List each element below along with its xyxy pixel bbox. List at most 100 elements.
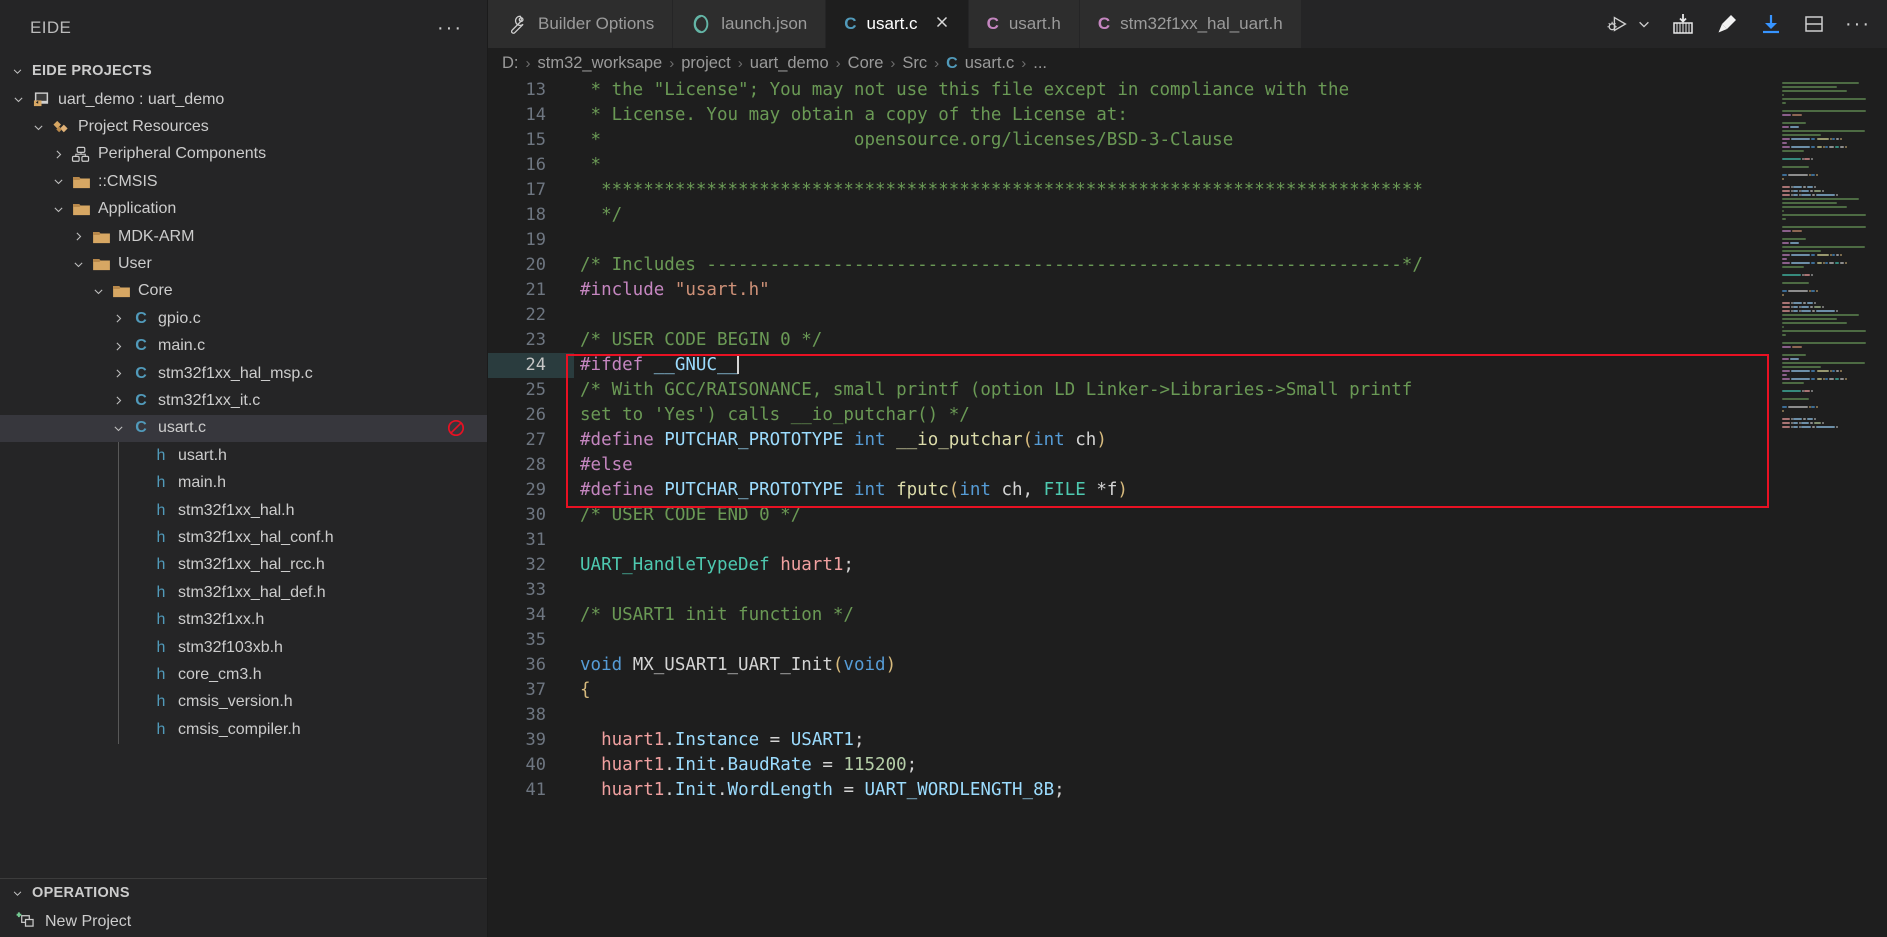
tree-item-uart-demo-uart-demo[interactable]: uart_demo : uart_demo <box>0 86 487 113</box>
chevron-down-icon[interactable] <box>88 285 108 298</box>
tree-item-gpio-c[interactable]: Cgpio.c <box>0 305 487 332</box>
code-line[interactable]: 37 { <box>488 678 1777 703</box>
code-line[interactable]: 16 * <box>488 153 1777 178</box>
chevron-down-icon[interactable] <box>28 121 48 134</box>
project-tree[interactable]: uart_demo : uart_demo Project Resources Pe… <box>0 86 487 878</box>
code-line[interactable]: 34 /* USART1 init function */ <box>488 603 1777 628</box>
chevron-right-icon[interactable] <box>108 312 128 325</box>
code-line[interactable]: 22 <box>488 303 1777 328</box>
breadcrumb-item[interactable]: stm32_worksape <box>538 54 663 73</box>
code-line[interactable]: 33 <box>488 578 1777 603</box>
code-line[interactable]: 27 #define PUTCHAR_PROTOTYPE int __io_put… <box>488 428 1777 453</box>
code-line[interactable]: 24 #ifdef __GNUC__ <box>488 353 1777 378</box>
eide-projects-section-header[interactable]: EIDE PROJECTS <box>0 56 487 86</box>
code-line[interactable]: 39 huart1.Instance = USART1; <box>488 728 1777 753</box>
tab-builder-options[interactable]: Builder Options <box>488 0 674 48</box>
operations-section-header[interactable]: OPERATIONS <box>0 879 487 907</box>
editor-scrollbar[interactable] <box>1873 78 1887 937</box>
code-editor[interactable]: 13 * the "License"; You may not use this… <box>488 78 1777 937</box>
code-line[interactable]: 21 #include "usart.h" <box>488 278 1777 303</box>
code-line[interactable]: 19 <box>488 228 1777 253</box>
code-token: . <box>717 780 728 800</box>
tree-item-user[interactable]: User <box>0 250 487 277</box>
tree-item-stm32f1xx-hal-msp-c[interactable]: Cstm32f1xx_hal_msp.c <box>0 360 487 387</box>
breadcrumb-item[interactable]: D: <box>502 54 519 73</box>
chevron-down-icon[interactable] <box>1637 17 1651 31</box>
chevron-right-icon[interactable] <box>108 367 128 380</box>
tree-item-usart-h[interactable]: h usart.h <box>0 442 487 469</box>
code-line[interactable]: 15 * opensource.org/licenses/BSD-3-Claus… <box>488 128 1777 153</box>
breadcrumb-item[interactable]: project <box>681 54 731 73</box>
tab-stm32f1xx-hal-uart-h[interactable]: Cstm32f1xx_hal_uart.h <box>1079 0 1302 48</box>
download-icon[interactable] <box>1759 12 1783 36</box>
tree-item-peripheral-components[interactable]: Peripheral Components <box>0 141 487 168</box>
chevron-right-icon[interactable] <box>48 148 68 161</box>
code-line[interactable]: 18 */ <box>488 203 1777 228</box>
tree-item-main-c[interactable]: Cmain.c <box>0 333 487 360</box>
chevron-down-icon[interactable] <box>48 203 68 216</box>
code-line[interactable]: 35 <box>488 628 1777 653</box>
code-line[interactable]: 26 set to 'Yes') calls __io_putchar() */ <box>488 403 1777 428</box>
breadcrumb-item[interactable]: ... <box>1033 54 1047 73</box>
code-line[interactable]: 23 /* USER CODE BEGIN 0 */ <box>488 328 1777 353</box>
tree-item-stm32f1xx-hal-conf-h[interactable]: h stm32f1xx_hal_conf.h <box>0 524 487 551</box>
tree-item-cmsis[interactable]: ::CMSIS <box>0 168 487 195</box>
code-line[interactable]: 38 <box>488 703 1777 728</box>
code-line[interactable]: 30 /* USER CODE END 0 */ <box>488 503 1777 528</box>
tree-item-stm32f1xx-hal-rcc-h[interactable]: h stm32f1xx_hal_rcc.h <box>0 552 487 579</box>
tree-item-core-cm3-h[interactable]: h core_cm3.h <box>0 661 487 688</box>
chevron-down-icon[interactable] <box>108 422 128 435</box>
tree-item-project-resources[interactable]: Project Resources <box>0 113 487 140</box>
code-token: UART_WORDLENGTH_8B <box>864 780 1055 800</box>
tree-item-usart-c[interactable]: Cusart.c <box>0 414 487 443</box>
breadcrumb-item[interactable]: Core <box>848 54 884 73</box>
run-and-debug-icon[interactable] <box>1607 13 1631 35</box>
tree-item-stm32f103xb-h[interactable]: h stm32f103xb.h <box>0 634 487 661</box>
tree-item-stm32f1xx-hal-def-h[interactable]: h stm32f1xx_hal_def.h <box>0 579 487 606</box>
code-line[interactable]: 29 #define PUTCHAR_PROTOTYPE int fputc(in… <box>488 478 1777 503</box>
code-line[interactable]: 36 void MX_USART1_UART_Init(void) <box>488 653 1777 678</box>
minimap-line <box>1816 406 1819 408</box>
tree-item-main-h[interactable]: h main.h <box>0 469 487 496</box>
split-editor-icon[interactable] <box>1803 13 1825 35</box>
tree-item-mdk-arm[interactable]: MDK-ARM <box>0 223 487 250</box>
breadcrumb-item[interactable]: Src <box>902 54 927 73</box>
tree-item-cmsis-compiler-h[interactable]: h cmsis_compiler.h <box>0 716 487 743</box>
breadcrumb-item[interactable]: usart.c <box>965 54 1015 73</box>
tree-item-application[interactable]: Application <box>0 196 487 223</box>
code-line[interactable]: 14 * License. You may obtain a copy of t… <box>488 103 1777 128</box>
chevron-right-icon[interactable] <box>68 230 88 243</box>
chevron-right-icon[interactable] <box>108 394 128 407</box>
code-line[interactable]: 28 #else <box>488 453 1777 478</box>
code-line[interactable]: 32 UART_HandleTypeDef huart1; <box>488 553 1777 578</box>
tree-item-stm32f1xx-h[interactable]: h stm32f1xx.h <box>0 606 487 633</box>
tab-launch-json[interactable]: launch.json <box>673 0 827 48</box>
chevron-right-icon[interactable] <box>108 340 128 353</box>
tab-usart-h[interactable]: Cusart.h <box>968 0 1080 48</box>
tree-item-core[interactable]: Core <box>0 278 487 305</box>
chevron-down-icon[interactable] <box>48 175 68 188</box>
code-line-text: * <box>574 153 602 178</box>
code-line[interactable]: 25 /* With GCC/RAISONANCE, small printf (… <box>488 378 1777 403</box>
close-icon[interactable] <box>934 14 950 35</box>
chevron-down-icon[interactable] <box>8 93 28 106</box>
code-line[interactable]: 40 huart1.Init.BaudRate = 115200; <box>488 753 1777 778</box>
code-line[interactable]: 13 * the "License"; You may not use this… <box>488 78 1777 103</box>
code-line[interactable]: 41 huart1.Init.WordLength = UART_WORDLEN… <box>488 778 1777 803</box>
chevron-down-icon[interactable] <box>68 258 88 271</box>
tab-usart-c[interactable]: Cusart.c <box>826 0 969 48</box>
operation-new-project[interactable]: New Project <box>0 907 487 937</box>
code-line[interactable]: 31 <box>488 528 1777 553</box>
breadcrumb-item[interactable]: uart_demo <box>750 54 829 73</box>
more-actions-icon[interactable]: ··· <box>1845 14 1871 34</box>
tree-item-cmsis-version-h[interactable]: h cmsis_version.h <box>0 689 487 716</box>
code-line[interactable]: 20 /* Includes --------------------------… <box>488 253 1777 278</box>
tree-item-stm32f1xx-it-c[interactable]: Cstm32f1xx_it.c <box>0 387 487 414</box>
build-icon[interactable] <box>1671 12 1695 36</box>
sidebar-more-actions-icon[interactable]: ··· <box>431 18 469 38</box>
tree-item-stm32f1xx-hal-h[interactable]: h stm32f1xx_hal.h <box>0 497 487 524</box>
minimap[interactable] <box>1777 78 1873 937</box>
line-number: 27 <box>525 430 546 450</box>
clean-icon[interactable] <box>1715 12 1739 36</box>
code-line[interactable]: 17 *************************************… <box>488 178 1777 203</box>
